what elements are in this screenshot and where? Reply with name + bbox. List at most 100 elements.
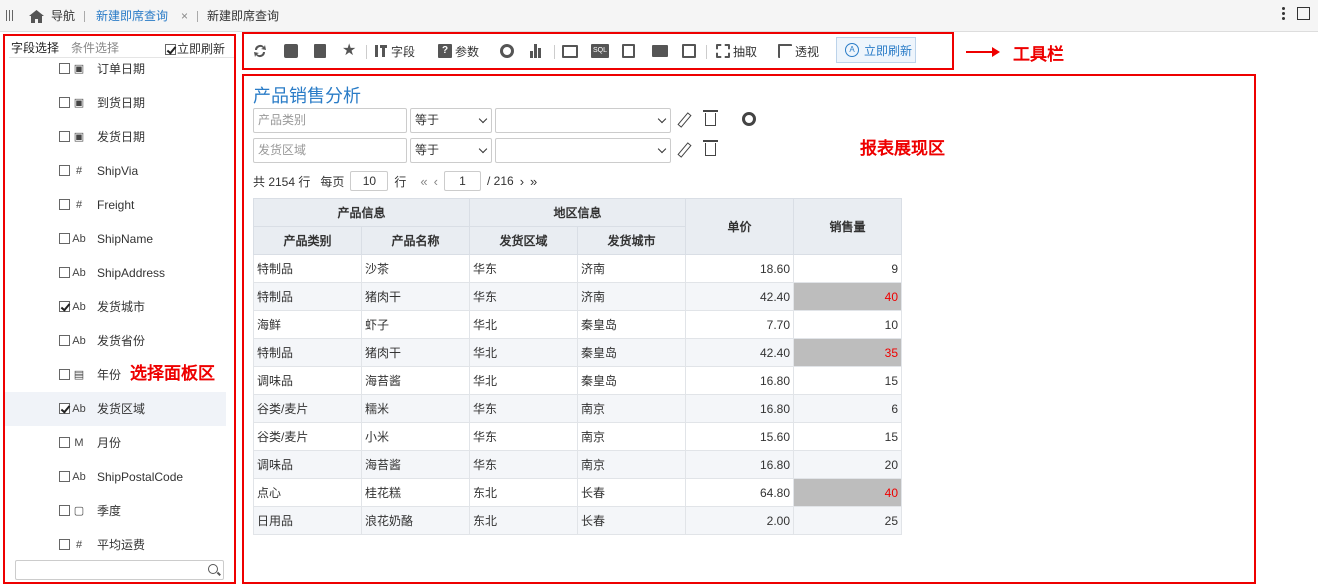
- cell-name: 糯米: [361, 394, 470, 423]
- edit-icon[interactable]: [677, 112, 691, 128]
- field-checkbox[interactable]: [59, 471, 70, 482]
- filter-operator-select[interactable]: 等于: [410, 108, 492, 133]
- field-checkbox[interactable]: [59, 369, 70, 380]
- cell-price: 64.80: [685, 478, 794, 507]
- field-checkbox[interactable]: [59, 437, 70, 448]
- filter-value-select[interactable]: [495, 138, 671, 163]
- field-item[interactable]: Ab 发货区域: [5, 392, 226, 426]
- header-ship-city[interactable]: 发货城市: [577, 226, 686, 255]
- first-page-icon[interactable]: «: [420, 174, 427, 189]
- text-type-icon: Ab: [72, 335, 86, 347]
- search-input[interactable]: [15, 560, 224, 580]
- field-item[interactable]: # Freight: [5, 188, 226, 222]
- field-item[interactable]: ▣ 发货日期: [5, 120, 226, 154]
- nav-label[interactable]: 导航: [51, 0, 75, 32]
- cell-qty: 15: [793, 366, 902, 395]
- save-as-icon[interactable]: [314, 42, 326, 60]
- selection-panel: 字段选择 条件选择 立即刷新 ▣ 订单日期 ▣ 到货日期 ▣ 发货日期 # ShipVia # F…: [3, 34, 236, 584]
- cell-region: 东北: [469, 478, 578, 507]
- header-ship-region[interactable]: 发货区域: [469, 226, 578, 255]
- refresh-icon[interactable]: [253, 42, 267, 60]
- field-checkbox[interactable]: [59, 301, 70, 312]
- edit-icon[interactable]: [677, 142, 691, 158]
- last-page-icon[interactable]: »: [530, 174, 537, 189]
- field-checkbox[interactable]: [59, 539, 70, 550]
- instant-refresh-button[interactable]: A 立即刷新: [836, 37, 916, 63]
- gear-icon[interactable]: [742, 112, 756, 126]
- field-label: 订单日期: [97, 62, 146, 76]
- next-page-icon[interactable]: ›: [520, 174, 524, 189]
- maximize-icon[interactable]: [1297, 7, 1310, 20]
- search-icon[interactable]: [208, 564, 218, 574]
- sql-icon[interactable]: SQL: [591, 42, 609, 60]
- extract-button[interactable]: 抽取: [716, 42, 757, 60]
- year-type-icon: ▤: [73, 369, 85, 381]
- filter-operator-select[interactable]: 等于: [410, 138, 492, 163]
- field-label: 季度: [97, 504, 122, 518]
- save-icon[interactable]: [284, 42, 298, 60]
- field-item[interactable]: Ab 发货城市: [5, 290, 226, 324]
- header-qty[interactable]: 销售量: [793, 198, 902, 255]
- field-checkbox[interactable]: [59, 403, 70, 414]
- schedule-icon[interactable]: [682, 42, 696, 60]
- field-item[interactable]: # 平均运费: [5, 528, 226, 562]
- cell-price: 15.60: [685, 422, 794, 451]
- cell-qty: 35: [793, 338, 902, 367]
- field-checkbox[interactable]: [59, 335, 70, 346]
- page-input[interactable]: 1: [443, 171, 481, 191]
- field-item[interactable]: Ab ShipPostalCode: [5, 460, 226, 494]
- cell-cat: 点心: [253, 478, 362, 507]
- tab-active[interactable]: 新建即席查询: [96, 0, 168, 32]
- field-item[interactable]: M 月份: [5, 426, 226, 460]
- field-checkbox[interactable]: [59, 199, 70, 210]
- export-icon[interactable]: [622, 42, 635, 60]
- field-item[interactable]: Ab ShipAddress: [5, 256, 226, 290]
- field-item[interactable]: # ShipVia: [5, 154, 226, 188]
- field-label: 发货日期: [97, 130, 146, 144]
- filter-field-input[interactable]: 产品类别: [253, 108, 407, 133]
- tab-second[interactable]: 新建即席查询: [207, 0, 279, 32]
- field-checkbox[interactable]: [59, 505, 70, 516]
- header-product-name[interactable]: 产品名称: [361, 226, 470, 255]
- number-type-icon: #: [75, 165, 83, 177]
- field-label: 到货日期: [97, 96, 146, 110]
- print-icon[interactable]: [652, 42, 668, 60]
- field-checkbox[interactable]: [59, 267, 70, 278]
- field-checkbox[interactable]: [59, 233, 70, 244]
- prev-page-icon[interactable]: ‹: [434, 174, 438, 189]
- field-checkbox[interactable]: [59, 97, 70, 108]
- more-icon[interactable]: [1281, 7, 1285, 20]
- field-item[interactable]: ▣ 订单日期: [5, 52, 226, 86]
- cell-name: 猪肉干: [361, 338, 470, 367]
- delete-icon[interactable]: [703, 140, 718, 156]
- settings-icon[interactable]: [500, 42, 514, 60]
- field-label: 发货省份: [97, 334, 146, 348]
- filter-value-select[interactable]: [495, 108, 671, 133]
- field-item[interactable]: Ab ShipName: [5, 222, 226, 256]
- header-category[interactable]: 产品类别: [253, 226, 362, 255]
- header-price[interactable]: 单价: [685, 198, 794, 255]
- filter-field-input[interactable]: 发货区域: [253, 138, 407, 163]
- field-item[interactable]: ▢ 季度: [5, 494, 226, 528]
- field-checkbox[interactable]: [59, 165, 70, 176]
- field-button[interactable]: 字段: [374, 42, 415, 60]
- field-item[interactable]: ▣ 到货日期: [5, 86, 226, 120]
- favorite-icon[interactable]: ★: [342, 42, 356, 60]
- per-page-input[interactable]: 10: [350, 171, 389, 191]
- field-checkbox[interactable]: [59, 63, 70, 74]
- param-button[interactable]: ? 参数: [438, 42, 479, 60]
- field-checkbox[interactable]: [59, 131, 70, 142]
- cell-city: 济南: [577, 282, 686, 311]
- text-type-icon: Ab: [72, 403, 86, 415]
- delete-icon[interactable]: [703, 110, 718, 126]
- table-icon[interactable]: [562, 42, 578, 60]
- pivot-button[interactable]: 透视: [778, 42, 819, 60]
- home-icon[interactable]: [28, 0, 45, 32]
- grip-icon[interactable]: [6, 10, 14, 21]
- cell-region: 东北: [469, 506, 578, 535]
- close-tab-icon[interactable]: ×: [181, 0, 188, 32]
- field-item[interactable]: Ab 发货省份: [5, 324, 226, 358]
- cell-cat: 调味品: [253, 366, 362, 395]
- chart-icon[interactable]: [530, 42, 544, 60]
- cell-region: 华东: [469, 450, 578, 479]
